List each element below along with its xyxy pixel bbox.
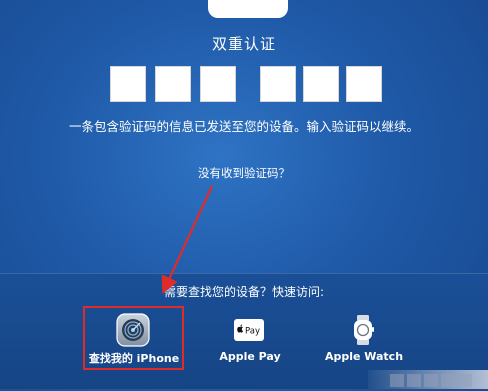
code-digit-6[interactable] — [346, 66, 382, 102]
svg-text:Pay: Pay — [245, 327, 260, 337]
code-digit-1[interactable] — [110, 66, 146, 102]
apple-watch-icon — [346, 313, 380, 347]
page-title: 双重认证 — [211, 35, 276, 53]
apple-pay-label: Apple Pay — [219, 350, 281, 363]
highlight-box — [83, 306, 184, 370]
top-tab — [208, 0, 288, 18]
code-input-row — [0, 66, 488, 102]
divider — [0, 273, 488, 274]
watermark-blocks — [390, 372, 475, 391]
apple-watch-label: Apple Watch — [324, 350, 404, 363]
apple-pay-icon: Pay — [232, 313, 266, 347]
code-digit-4[interactable] — [260, 66, 296, 102]
code-digit-2[interactable] — [155, 66, 191, 102]
verification-message: 一条包含验证码的信息已发送至您的设备。输入验证码以继续。 — [68, 119, 419, 134]
no-code-link[interactable]: 没有收到验证码？ — [0, 165, 488, 181]
code-digit-5[interactable] — [303, 66, 339, 102]
quick-access-prompt: 需要查找您的设备？快速访问: — [163, 285, 325, 299]
code-digit-3[interactable] — [200, 66, 236, 102]
